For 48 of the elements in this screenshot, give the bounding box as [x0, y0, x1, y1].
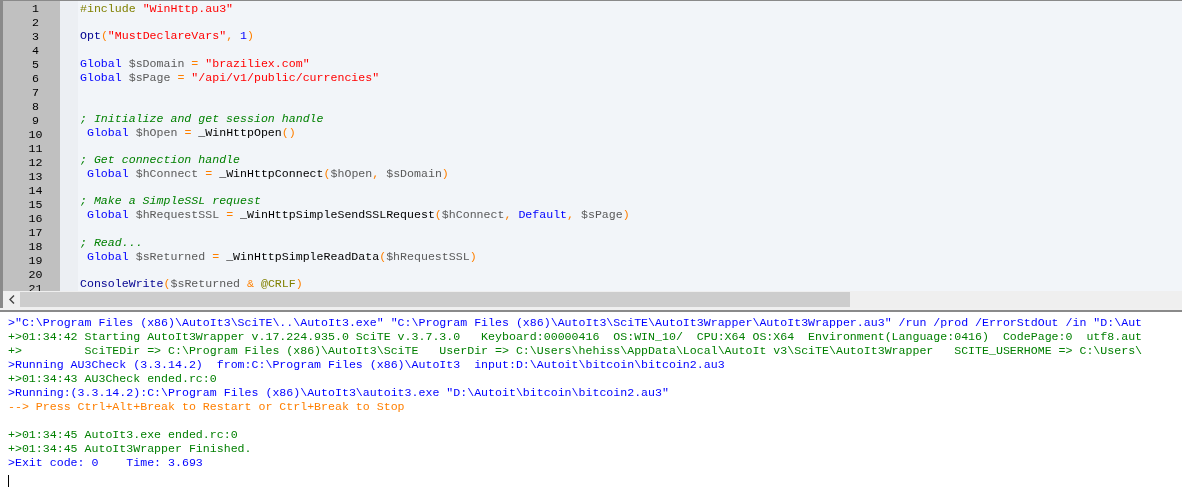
code-editor[interactable] — [0, 0, 1182, 292]
code-line: ; Make a SimpleSSL request — [79, 194, 262, 209]
line-number: 4 — [31, 44, 40, 58]
output-line: +> SciTEDir => C:\Program Files (x86)\AutoIt3\SciTE UserDir => C:\Users\hehiss\AppData\Local\AutoIt v3\SciTE\AutoIt3Wrapper SCITE_USERHOME => C:\Users\ — [8, 344, 1144, 358]
line-number: 11 — [27, 142, 44, 156]
line-number: 13 — [27, 170, 44, 184]
text-cursor — [8, 475, 9, 487]
output-line: >Running:(3.3.14.2):C:\Program Files (x86)\AutoIt3\autoit3.exe "D:\Autoit\bitcoin\bitcoin2.au3" — [8, 386, 670, 400]
horizontal-scrollbar[interactable] — [0, 291, 1182, 309]
scrollbar-thumb[interactable] — [20, 292, 850, 308]
line-number: 15 — [27, 198, 44, 212]
line-number: 20 — [27, 268, 44, 282]
code-line: Global $sPage = "/api/v1/public/currencies" — [79, 70, 381, 85]
output-line: >"C:\Program Files (x86)\AutoIt3\SciTE\..\AutoIt3.exe" "C:\Program Files (x86)\AutoIt3\SciTE\AutoIt3Wrapper\AutoIt3Wrapper.au3" /run /prod /ErrorStdOut /in "D:\Aut — [8, 316, 1144, 330]
line-number: 17 — [27, 226, 44, 240]
line-number: 12 — [27, 156, 44, 170]
code-line: Global $hConnect = _WinHttpConnect($hOpen, $sDomain) — [85, 166, 450, 181]
output-line: >Exit code: 0 Time: 3.693 — [8, 456, 204, 470]
code-line: ; Get connection handle — [79, 152, 242, 167]
line-number: 7 — [31, 86, 40, 100]
line-number: 6 — [31, 72, 40, 86]
output-line: +>01:34:45 AutoIt3Wrapper Finished. — [8, 442, 253, 456]
line-number: 18 — [27, 240, 44, 254]
output-line: --> Press Ctrl+Alt+Break to Restart or Ctrl+Break to Stop — [8, 400, 406, 414]
code-line: ; Read... — [79, 235, 144, 250]
code-line: ; Initialize and get session handle — [79, 111, 325, 126]
line-number: 9 — [31, 114, 40, 128]
code-line: Opt("MustDeclareVars", 1) — [79, 29, 255, 44]
code-line: Global $sReturned = _WinHttpSimpleReadData($hRequestSSL) — [85, 249, 478, 264]
line-number: 14 — [27, 184, 44, 198]
code-line: Global $hOpen = _WinHttpOpen() — [85, 125, 297, 140]
line-number: 2 — [31, 16, 40, 30]
code-line: Global $hRequestSSL = _WinHttpSimpleSendSSLRequest($hConnect, Default, $sPage) — [85, 208, 631, 223]
line-number: 1 — [31, 2, 40, 16]
output-line: +>01:34:45 AutoIt3.exe ended.rc:0 — [8, 428, 239, 442]
line-number: 3 — [31, 30, 40, 44]
line-number: 16 — [27, 212, 44, 226]
line-number: 5 — [31, 58, 40, 72]
output-line: +>01:34:43 AU3Check ended.rc:0 — [8, 372, 218, 386]
line-number: 21 — [27, 282, 44, 292]
line-number: 19 — [27, 254, 44, 268]
output-line: >Running AU3Check (3.3.14.2) from:C:\Program Files (x86)\AutoIt3 input:D:\Autoit\bitcoin\bitcoin2.au3 — [8, 358, 726, 372]
code-line: ConsoleWrite($sReturned & @CRLF) — [79, 277, 304, 292]
output-line: +>01:34:42 Starting AutoIt3Wrapper v.17.224.935.0 SciTE v.3.7.3.0 Keyboard:00000416 OS:WIN_10/ CPU:X64 OS:X64 Environment(Language:0416) CodePage:0 utf8.aut — [8, 330, 1144, 344]
line-number: 8 — [31, 100, 40, 114]
line-number: 10 — [27, 128, 44, 142]
code-line: Global $sDomain = "braziliex.com" — [79, 56, 311, 71]
code-line: #include "WinHttp.au3" — [79, 2, 235, 16]
